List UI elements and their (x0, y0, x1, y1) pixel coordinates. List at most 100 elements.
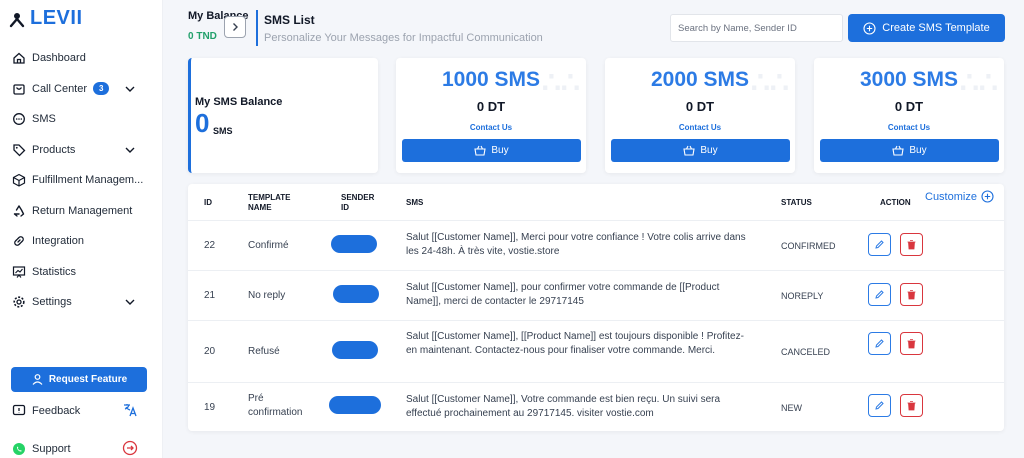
translate-icon[interactable] (122, 402, 138, 418)
sidebar-item-fulfillment[interactable]: Fulfillment Managem... (0, 165, 163, 196)
edit-icon (875, 290, 884, 299)
row-template-name: Refusé (248, 346, 280, 357)
sidebar: LEVII Dashboard Call Center 3 SMS Produc… (0, 0, 163, 458)
chevron-down-icon[interactable] (124, 144, 136, 156)
delete-button[interactable] (900, 394, 923, 417)
sidebar-item-label: SMS (32, 113, 56, 126)
column-header: STATUS (781, 198, 812, 207)
row-sms-text: Salut [[Customer Name]], Votre commande … (406, 394, 721, 419)
edit-button[interactable] (868, 283, 891, 306)
sidebar-item-settings[interactable]: Settings (0, 287, 163, 318)
edit-button[interactable] (868, 332, 891, 355)
sms-templates-table: ID TEMPLATE NAME SENDER ID SMS STATUS AC… (188, 184, 1004, 431)
package-price: 0 DT (685, 99, 715, 114)
sms-package-card: ∴∴ 2000 SMS 0 DT Contact Us Buy (605, 58, 795, 173)
sender-id-redacted (333, 285, 379, 303)
sidebar-item-dashboard[interactable]: Dashboard (0, 43, 163, 74)
buy-label: Buy (909, 145, 927, 156)
table-row[interactable]: 22 Confirmé Salut [[Customer Name]], Mer… (188, 220, 1004, 270)
buy-button[interactable]: Buy (402, 139, 581, 162)
sidebar-item-products[interactable]: Products (0, 135, 163, 166)
chevron-down-icon[interactable] (124, 296, 136, 308)
logo-icon (9, 12, 25, 27)
contact-us-link[interactable]: Contact Us (814, 123, 1004, 132)
sms-balance-title: My SMS Balance (195, 96, 283, 108)
logout-icon[interactable] (122, 440, 138, 456)
feedback-link[interactable]: Feedback (11, 403, 80, 418)
edit-icon (875, 401, 884, 410)
sidebar-item-statistics[interactable]: Statistics (0, 257, 163, 288)
trash-icon (907, 401, 916, 411)
row-id: 22 (204, 240, 216, 251)
brand-logo[interactable]: LEVII (8, 7, 83, 30)
edit-button[interactable] (868, 394, 891, 417)
sidebar-item-label: Products (32, 143, 76, 156)
gear-icon (11, 295, 26, 310)
page-subtitle: Personalize Your Messages for Impactful … (264, 32, 543, 44)
request-feature-label: Request Feature (48, 374, 128, 385)
row-template-name: Pré confirmation (248, 393, 303, 418)
box-icon (11, 173, 26, 188)
edit-button[interactable] (868, 233, 891, 256)
package-price: 0 DT (476, 99, 506, 114)
table-row[interactable]: 20 Refusé Salut [[Customer Name]], [[Pro… (188, 320, 1004, 382)
main-content: My Balance 0 TND SMS List Personalize Yo… (163, 0, 1024, 458)
whatsapp-icon (11, 441, 26, 456)
column-header: SMS (406, 198, 424, 207)
customize-label: Customize (925, 190, 977, 203)
sender-id-redacted (331, 235, 377, 253)
package-sms-amount: 3000 SMS (859, 68, 959, 91)
chevron-right-icon (233, 23, 238, 31)
brand-name: LEVII (30, 7, 83, 29)
count-badge: 3 (93, 82, 110, 96)
page-title: SMS List (264, 13, 315, 27)
home-icon (11, 51, 26, 66)
sidebar-item-call-center[interactable]: Call Center 3 (0, 74, 163, 105)
row-sms-text: Salut [[Customer Name]], Merci pour votr… (406, 232, 746, 257)
row-template-name: No reply (248, 290, 286, 301)
request-feature-button[interactable]: Request Feature (11, 367, 147, 392)
balance-details-button[interactable] (224, 16, 246, 38)
contact-us-link[interactable]: Contact Us (605, 123, 795, 132)
feedback-label: Feedback (32, 404, 81, 417)
link-icon (11, 234, 26, 249)
customize-columns-button[interactable]: Customize (925, 190, 994, 203)
sidebar-item-label: Settings (32, 296, 72, 309)
contact-us-link[interactable]: Contact Us (396, 123, 586, 132)
table-row[interactable]: 19 Pré confirmation Salut [[Customer Nam… (188, 382, 1004, 430)
support-link[interactable]: Support (11, 441, 71, 456)
sidebar-item-return-management[interactable]: Return Management (0, 196, 163, 227)
sidebar-item-integration[interactable]: Integration (0, 226, 163, 257)
feedback-icon (11, 403, 26, 418)
bag-icon (11, 81, 26, 96)
chevron-down-icon[interactable] (124, 83, 136, 95)
shopping-basket-icon (683, 145, 696, 156)
table-row[interactable]: 21 No reply Salut [[Customer Name]], pou… (188, 270, 1004, 320)
sidebar-item-label: Return Management (32, 204, 133, 217)
delete-button[interactable] (900, 332, 923, 355)
delete-button[interactable] (900, 283, 923, 306)
row-status: CANCELED (781, 347, 831, 357)
delete-button[interactable] (900, 233, 923, 256)
row-status: NEW (781, 403, 802, 413)
support-label: Support (32, 442, 71, 455)
buy-label: Buy (700, 145, 718, 156)
column-header: ID (204, 198, 212, 207)
sidebar-item-label: Call Center (32, 82, 88, 95)
plus-circle-icon (981, 190, 994, 203)
row-status: NOREPLY (781, 291, 824, 301)
recycle-icon (11, 203, 26, 218)
tag-icon (11, 142, 26, 157)
buy-button[interactable]: Buy (611, 139, 790, 162)
sms-package-card: ∴∴ 3000 SMS 0 DT Contact Us Buy (814, 58, 1004, 173)
package-sms-amount: 1000 SMS (441, 68, 541, 91)
create-sms-template-button[interactable]: Create SMS Template (848, 14, 1005, 42)
package-price: 0 DT (894, 99, 924, 114)
sidebar-item-sms[interactable]: SMS (0, 104, 163, 135)
buy-button[interactable]: Buy (820, 139, 999, 162)
row-id: 21 (204, 290, 216, 301)
search-input[interactable] (670, 14, 843, 42)
row-id: 20 (204, 346, 216, 357)
sidebar-item-label: Statistics (32, 265, 77, 278)
package-sms-amount: 2000 SMS (650, 68, 750, 91)
